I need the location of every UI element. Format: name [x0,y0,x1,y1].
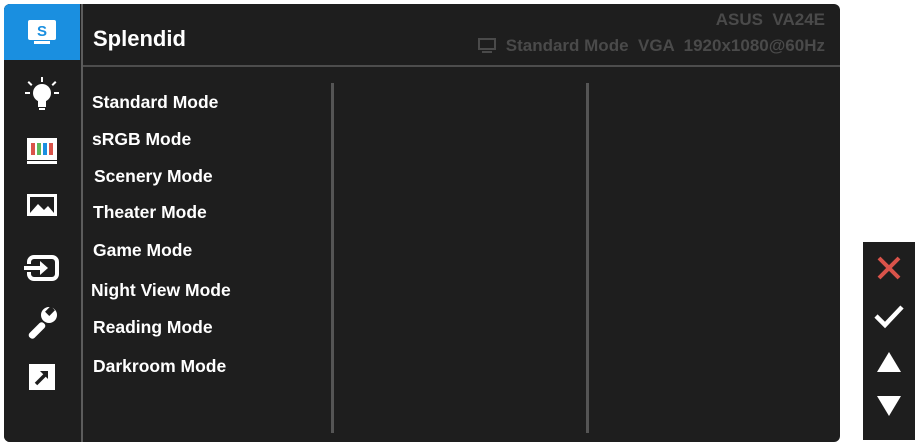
sidebar-item-image[interactable] [4,177,80,233]
column-divider [586,83,589,433]
header-divider [83,65,840,67]
status-line: Standard Mode VGA 1920x1080@60Hz [477,36,825,56]
menu-item-standard-mode[interactable]: Standard Mode [92,92,218,113]
sidebar-item-splendid[interactable]: S [4,4,80,60]
osd-panel: S Splendid ASUS VA24E Standard Mode VGA … [4,4,840,442]
close-button[interactable] [863,244,915,292]
color-bars-icon [27,138,57,164]
sidebar-item-shortcut[interactable] [4,349,80,405]
triangle-down-icon [877,396,901,416]
control-buttons [863,242,915,440]
monitor-icon [477,38,496,53]
sidebar-item-system-setup[interactable] [4,294,80,350]
confirm-button[interactable] [863,292,915,340]
sidebar-item-color[interactable] [4,122,80,178]
page-title: Splendid [93,26,186,51]
menu-item-scenery-mode[interactable]: Scenery Mode [94,166,213,187]
wrench-icon [28,306,57,339]
sidebar-item-input-select[interactable] [4,240,80,296]
bulb-icon [25,77,59,110]
splendid-s-icon: S [28,20,56,44]
menu-item-night-view-mode[interactable]: Night View Mode [91,280,231,301]
model-name: ASUS VA24E [715,10,825,29]
menu-item-reading-mode[interactable]: Reading Mode [93,317,213,338]
sidebar: S [4,4,80,442]
menu-item-srgb-mode[interactable]: sRGB Mode [92,129,191,150]
checkmark-icon [874,305,904,329]
menu-item-darkroom-mode[interactable]: Darkroom Mode [93,356,226,377]
status-text: Standard Mode VGA 1920x1080@60Hz [505,36,825,55]
sidebar-item-blue-light[interactable] [4,67,80,123]
svg-text:S: S [37,23,47,40]
column-divider [331,83,334,433]
down-button[interactable] [863,382,915,430]
menu-item-theater-mode[interactable]: Theater Mode [93,202,207,223]
input-arrow-icon [24,255,59,281]
shortcut-arrow-icon [29,364,55,390]
landscape-image-icon [27,194,57,216]
triangle-up-icon [877,352,901,372]
close-x-icon [877,256,901,280]
up-button[interactable] [863,338,915,386]
header: Splendid ASUS VA24E Standard Mode VGA 19… [83,4,840,64]
menu-item-game-mode[interactable]: Game Mode [93,240,192,261]
sidebar-divider [81,4,83,442]
